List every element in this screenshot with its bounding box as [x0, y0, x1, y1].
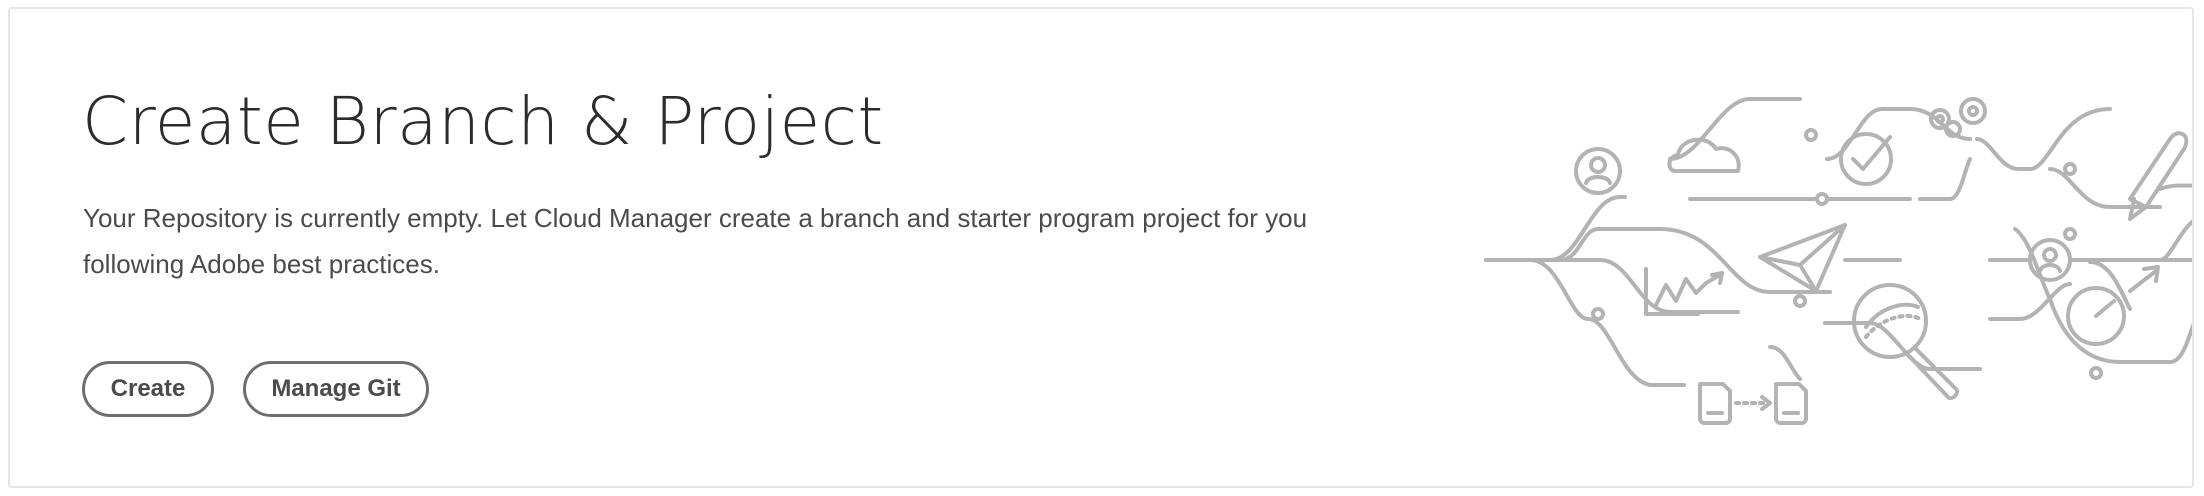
page-title: Create Branch & Project: [82, 83, 884, 160]
manage-git-button[interactable]: Manage Git: [243, 361, 429, 417]
flow-line: [1918, 157, 1972, 201]
create-button[interactable]: Create: [82, 361, 214, 417]
checkmark-icon: [1839, 132, 1893, 186]
flow-line: [1668, 97, 1802, 161]
connector-dot: [2089, 366, 2103, 380]
flow-line: [1528, 258, 1686, 387]
gears-icon: [1929, 97, 1987, 138]
paper-plane-icon: [1758, 223, 1847, 293]
empty-repository-description: Your Repository is currently empty. Let …: [83, 203, 1308, 279]
flow-line: [2158, 219, 2192, 262]
document-icon: [1698, 382, 1732, 425]
connector-dot: [1591, 307, 1605, 321]
empty-repository-card: Create Branch & Project Your Repository …: [8, 7, 2194, 488]
connector-dot: [2063, 227, 2077, 241]
pipeline-illustration: [1484, 97, 2192, 425]
connector-dot: [2063, 162, 2077, 176]
magnifier-icon: [1852, 283, 1959, 400]
document-icon: [1774, 382, 1808, 425]
flow-line: [1823, 321, 1982, 371]
flow-line: [1975, 107, 2112, 171]
connector-dot: [1793, 294, 1807, 308]
flow-line: [1768, 345, 1802, 381]
flow-line: [1988, 282, 2072, 321]
connector-dot: [1804, 128, 1818, 142]
connector-dot: [1815, 192, 1829, 206]
cloud-icon: [1667, 137, 1741, 173]
user-icon: [1574, 147, 1622, 195]
